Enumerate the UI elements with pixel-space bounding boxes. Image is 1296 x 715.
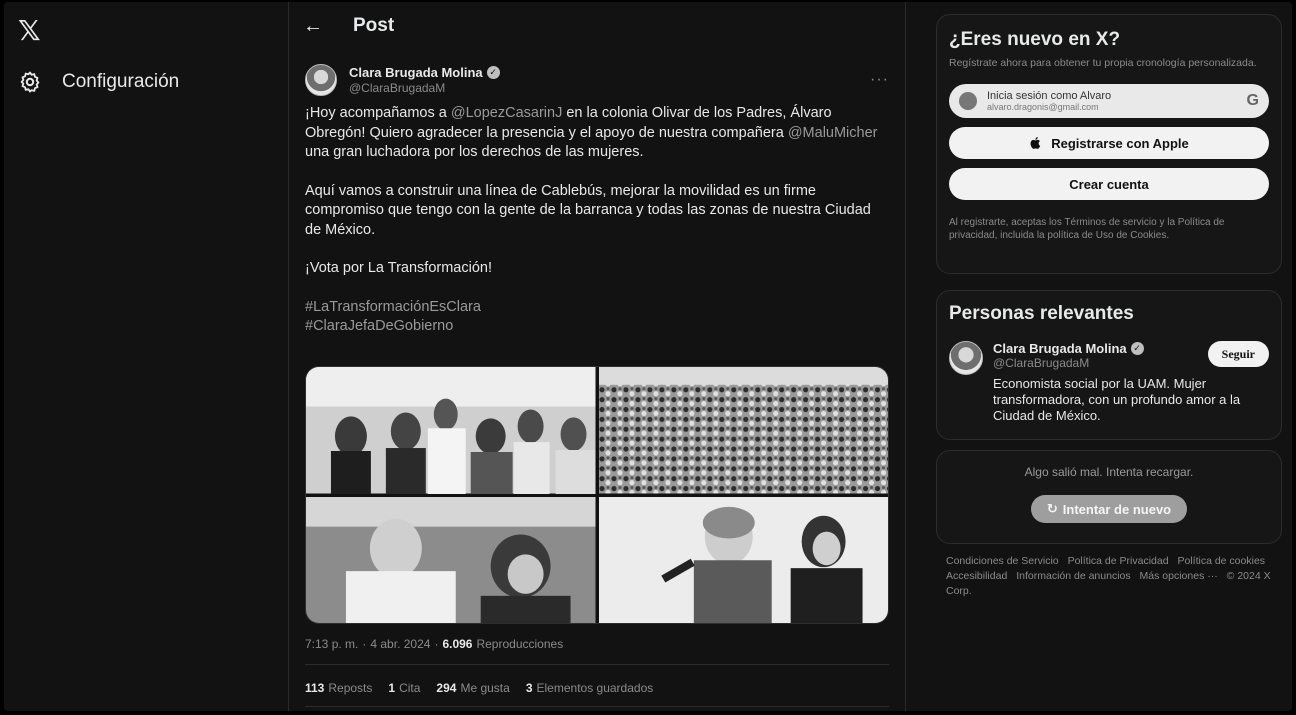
signup-card: ¿Eres nuevo en X? Regístrate ahora para … [936, 14, 1282, 274]
signup-subtitle: Regístrate ahora para obtener tu propia … [949, 57, 1257, 69]
page-title: Post [353, 15, 395, 36]
stat-likes-label: Me gusta [460, 681, 510, 695]
post-photo-2[interactable] [598, 367, 888, 494]
person-bio: Economista social por la UAM. Mujer tran… [993, 376, 1241, 423]
stat-saves-count: 3 [525, 681, 533, 695]
person-info: Clara Brugada Molina ✓ @ClaraBrugadaM Se… [993, 341, 1269, 424]
stat-quotes-count: 1 [388, 681, 396, 695]
left-nav: 𝕏 Configuración [4, 2, 294, 711]
post-date[interactable]: 4 abr. 2024 [370, 637, 430, 651]
x-logo-icon[interactable]: 𝕏 [18, 16, 48, 46]
back-arrow-icon[interactable]: ← [303, 15, 323, 38]
google-signin-button[interactable]: Inicia sesión como Alvaro alvaro.dragoni… [949, 84, 1269, 118]
person-name[interactable]: Clara Brugada Molina ✓ [993, 341, 1144, 356]
post-header: ← Post [289, 2, 905, 50]
person-handle[interactable]: @ClaraBrugadaM [993, 356, 1144, 370]
verified-badge-icon: ✓ [1130, 342, 1144, 355]
mention-link-1[interactable]: @LopezCasarinJ [451, 105, 562, 121]
relevant-people-card: Personas relevantes Clara Brugada Molina… [936, 290, 1282, 440]
author-text: Clara Brugada Molina ✓ @ClaraBrugadaM [349, 65, 500, 95]
avatar[interactable] [949, 341, 983, 375]
footer-link-cookies[interactable]: Política de cookies [1177, 555, 1265, 567]
post-paragraph-2: Aquí vamos a construir una línea de Cabl… [305, 182, 871, 238]
person-name-text: Clara Brugada Molina [993, 341, 1127, 356]
footer-link-ads-info[interactable]: Información de anuncios [1016, 570, 1130, 582]
refresh-icon: ↻ [1046, 501, 1058, 516]
stat-saves[interactable]: 3 Elementos guardados [526, 681, 653, 695]
post-meta: 7:13 p. m. · 4 abr. 2024 · 6.096 Reprodu… [305, 634, 889, 654]
avatar[interactable] [305, 64, 337, 96]
google-icon: G [1246, 92, 1259, 109]
verified-badge-icon: ✓ [486, 66, 500, 79]
error-card: Algo salió mal. Intenta recargar. ↻ Inte… [936, 450, 1282, 544]
post-stats: 113 Reposts 1 Cita 294 Me gusta 3 Elementos … [305, 678, 889, 698]
nav-item-settings[interactable]: Configuración [18, 66, 179, 98]
post-text-1a: ¡Hoy acompañamos a [305, 105, 451, 121]
hashtag-link-2[interactable]: #ClaraJefaDeGobierno [305, 317, 889, 337]
post-photo-4[interactable] [598, 496, 888, 623]
retry-button[interactable]: ↻ Intentar de nuevo [1031, 495, 1187, 523]
create-account-label: Crear cuenta [1069, 176, 1149, 192]
post-column: ← Post Clara Brugada Molina ✓ @ClaraBrug… [288, 2, 906, 711]
person-top: Clara Brugada Molina ✓ @ClaraBrugadaM Se… [993, 341, 1269, 370]
google-signin-label: Inicia sesión como Alvaro [987, 90, 1112, 102]
create-account-button[interactable]: Crear cuenta [949, 168, 1269, 200]
signup-legal-text: Al registrarte, aceptas los Términos de … [949, 217, 1225, 241]
footer-link-privacy[interactable]: Política de Privacidad [1068, 555, 1169, 567]
relevant-title: Personas relevantes [949, 303, 1134, 324]
stat-reposts-count: 113 [305, 681, 325, 695]
stat-quotes[interactable]: 1 Cita [388, 681, 420, 695]
post-media-grid [305, 366, 889, 624]
post-text-1c: una gran luchadora por los derechos de l… [305, 144, 644, 160]
apple-icon [1030, 137, 1041, 149]
app-frame: 𝕏 Configuración ← Post Clara Brugada Mol… [4, 2, 1292, 711]
footer-link-accessibility[interactable]: Accesibilidad [946, 570, 1007, 582]
post-paragraph-1: ¡Hoy acompañamos a @LopezCasarinJ en la … [305, 104, 889, 163]
nav-item-settings-label: Configuración [62, 71, 180, 92]
apple-signup-label: Registrarse con Apple [1051, 135, 1189, 151]
meta-separator: · [434, 637, 439, 651]
author-name[interactable]: Clara Brugada Molina ✓ [349, 65, 500, 80]
relevant-person[interactable]: Clara Brugada Molina ✓ @ClaraBrugadaM Se… [949, 341, 1269, 424]
author-handle[interactable]: @ClaraBrugadaM [349, 81, 500, 95]
follow-button[interactable]: Seguir [1207, 341, 1269, 367]
stat-reposts-label: Reposts [328, 681, 373, 695]
retry-label: Intentar de nuevo [1062, 501, 1172, 517]
footer-link-more[interactable]: Más opciones ··· [1140, 570, 1218, 582]
views-label: Reproducciones [476, 637, 564, 651]
mention-link-2[interactable]: @MaluMicher [788, 125, 878, 141]
apple-signup-button[interactable]: Registrarse con Apple [949, 127, 1269, 159]
google-account-email: alvaro.dragonis@gmail.com [987, 102, 1099, 112]
divider [305, 706, 889, 707]
account-avatar [959, 92, 977, 110]
signup-title: ¿Eres nuevo en X? [949, 29, 1121, 50]
divider [305, 664, 889, 665]
post-photo-1[interactable] [306, 367, 596, 494]
person-name-block: Clara Brugada Molina ✓ @ClaraBrugadaM [993, 341, 1144, 370]
footer-link-terms[interactable]: Condiciones de Servicio [946, 555, 1059, 567]
hashtag-link-1[interactable]: #LaTransformaciónEsClara [305, 298, 889, 318]
meta-separator: · [362, 637, 367, 651]
post-paragraph-3: ¡Vota por La Transformación! [305, 260, 492, 276]
google-account-text: Inicia sesión como Alvaro alvaro.dragoni… [987, 90, 1111, 112]
stat-likes-count: 294 [436, 681, 457, 695]
stat-saves-label: Elementos guardados [536, 681, 654, 695]
post-time[interactable]: 7:13 p. m. [305, 637, 358, 651]
stat-likes[interactable]: 294 Me gusta [436, 681, 509, 695]
more-options-icon[interactable]: ··· [870, 71, 889, 89]
author-name-text: Clara Brugada Molina [349, 65, 483, 80]
footer-links: Condiciones de Servicio Política de Priv… [946, 554, 1276, 599]
post-photo-3[interactable] [306, 496, 596, 623]
right-sidebar: ¿Eres nuevo en X? Regístrate ahora para … [926, 2, 1288, 711]
post-text: ¡Hoy acompañamos a @LopezCasarinJ en la … [305, 104, 889, 337]
gear-icon [20, 71, 40, 93]
stat-quotes-label: Cita [399, 681, 421, 695]
stat-reposts[interactable]: 113 Reposts [305, 681, 372, 695]
views-count: 6.096 [442, 637, 473, 651]
error-message: Algo salió mal. Intenta recargar. [1024, 465, 1194, 479]
post-author: Clara Brugada Molina ✓ @ClaraBrugadaM ··… [305, 60, 889, 100]
